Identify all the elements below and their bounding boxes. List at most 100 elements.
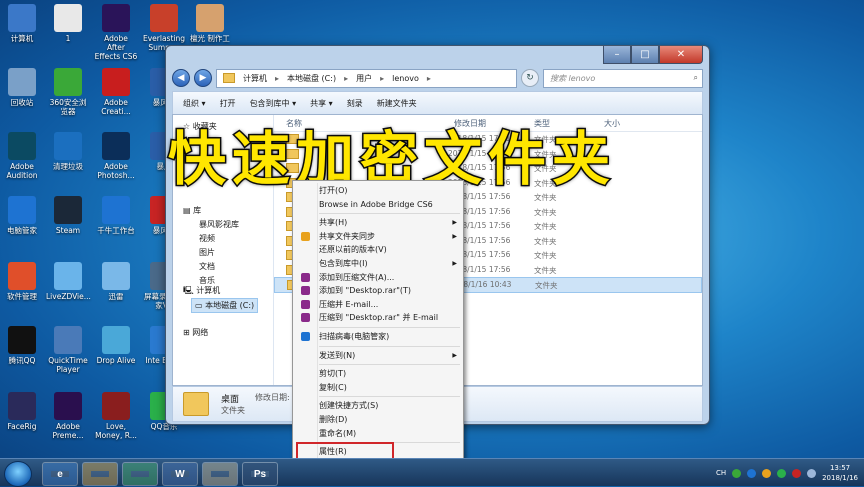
nav-drive-label: 本地磁盘 (C:) <box>205 301 255 310</box>
nav-library[interactable]: ▤ 库 <box>183 205 201 216</box>
nav-library-item[interactable]: 视频 <box>199 233 215 244</box>
submenu-arrow-icon: ▶ <box>452 232 457 240</box>
menu-separator <box>319 213 460 215</box>
menu-item[interactable]: 共享(H) ▶ <box>319 216 457 229</box>
desktop-icon[interactable]: Adobe Creati... <box>94 68 138 116</box>
photoshop-taskbar-button[interactable]: Ps <box>242 462 278 486</box>
forward-button[interactable]: ▶ <box>194 69 212 87</box>
desktop-icon[interactable]: 腾讯QQ <box>0 326 44 365</box>
desktop-icon[interactable]: Adobe Preme... <box>46 392 90 440</box>
window-controls: – □ ✕ <box>603 46 703 64</box>
menu-item[interactable]: 创建快捷方式(S) <box>319 399 457 412</box>
desktop-icon[interactable]: 回收站 <box>0 68 44 107</box>
desktop-icon[interactable]: 电脑管家 <box>0 196 44 235</box>
desktop-icon-label: FaceRig <box>7 422 37 431</box>
tray-volume-icon[interactable] <box>807 468 817 478</box>
toolbar-item[interactable]: 新建文件夹 <box>377 98 417 109</box>
ie-taskbar-button[interactable]: e <box>42 462 78 486</box>
nav-library-item[interactable]: 图片 <box>199 247 215 258</box>
tray-app-icon[interactable] <box>762 468 772 478</box>
breadcrumb-item[interactable]: 计算机 <box>243 73 267 84</box>
menu-item[interactable]: 重命名(M) <box>319 427 457 440</box>
language-indicator[interactable]: CH <box>716 469 726 477</box>
address-bar[interactable]: 计算机 ▸ 本地磁盘 (C:) ▸ 用户 ▸ lenovo ▸ <box>216 68 517 88</box>
tray-360-icon[interactable] <box>732 468 742 478</box>
toolbar-item[interactable]: 刻录 <box>347 98 363 109</box>
row-type: 文件夹 <box>534 222 557 231</box>
desktop-icon[interactable]: 清理垃圾 <box>46 132 90 171</box>
breadcrumb-item[interactable]: 本地磁盘 (C:) <box>287 73 336 84</box>
search-icon: ⌕ <box>693 73 698 82</box>
app-icon <box>54 196 82 224</box>
word-taskbar-button[interactable]: W <box>162 462 198 486</box>
menu-item[interactable]: Browse in Adobe Bridge CS6 <box>319 198 457 211</box>
breadcrumb-separator: ▸ <box>344 73 349 83</box>
toolbar-item[interactable]: 组织 ▾ <box>183 98 206 109</box>
toolbar-item[interactable]: 打开 <box>220 98 236 109</box>
desktop-icon[interactable]: Steam <box>46 196 90 235</box>
breadcrumb-item[interactable]: 用户 <box>356 73 372 84</box>
menu-item[interactable]: 复制(C) <box>319 381 457 394</box>
close-button[interactable]: ✕ <box>659 46 703 64</box>
desktop-icon[interactable]: Drop Alive <box>94 326 138 365</box>
search-input[interactable]: 搜索 lenovo ⌕ <box>543 68 703 88</box>
nav-computer[interactable]: 🖳 计算机 <box>183 285 220 299</box>
back-button[interactable]: ◀ <box>172 69 190 87</box>
minimize-button[interactable]: – <box>603 46 631 64</box>
nav-library-item[interactable]: 文档 <box>199 261 215 272</box>
explorer-taskbar-button[interactable] <box>202 462 238 486</box>
menu-item[interactable]: 删除(D) <box>319 413 457 426</box>
desktop-icon[interactable]: Love, Money, R... <box>94 392 138 440</box>
menu-item[interactable]: 发送到(N) ▶ <box>319 349 457 362</box>
menu-item[interactable]: 压缩并 E-mail... <box>301 298 457 311</box>
menu-item-label: 删除(D) <box>319 415 348 424</box>
chrome-taskbar-button[interactable] <box>82 462 118 486</box>
clock[interactable]: 13:57 2018/1/16 <box>822 463 858 483</box>
breadcrumb-item[interactable]: lenovo <box>392 74 419 83</box>
nav-network[interactable]: ⊞ 网络 <box>183 327 208 338</box>
tray-network-icon[interactable] <box>777 468 787 478</box>
app-icon <box>54 68 82 96</box>
nav-library-item[interactable]: 暴风影视库 <box>199 219 239 230</box>
tray-flag-icon[interactable] <box>792 468 802 478</box>
app-icon <box>8 262 36 290</box>
start-button[interactable] <box>4 461 32 487</box>
toolbar-item[interactable]: 包含到库中 ▾ <box>250 98 297 109</box>
menu-item[interactable]: 添加到压缩文件(A)... <box>301 271 457 284</box>
app-icon <box>8 132 36 160</box>
desktop-icon[interactable]: QuickTime Player <box>46 326 90 374</box>
desktop-icon[interactable]: LiveZDVie... <box>46 262 91 301</box>
toolbar-item[interactable]: 共享 ▾ <box>310 98 333 109</box>
nav-drive-c[interactable]: ▭ 本地磁盘 (C:) <box>191 298 259 313</box>
desktop-icon[interactable]: Adobe Photosh... <box>94 132 138 180</box>
desktop-icon[interactable]: Adobe Audition <box>0 132 44 180</box>
app-icon <box>54 262 82 290</box>
app-icon <box>102 392 130 420</box>
desktop-icon[interactable]: 软件管理 <box>0 262 44 301</box>
desktop-icon[interactable]: 檀光 制作工 <box>188 4 232 43</box>
menu-item[interactable]: 还原以前的版本(V) <box>319 243 457 256</box>
menu-item[interactable]: 共享文件夹同步 ▶ <box>301 230 457 243</box>
row-type: 文件夹 <box>534 251 557 260</box>
desktop-icon[interactable]: FaceRig <box>0 392 44 431</box>
menu-item[interactable]: 添加到 "Desktop.rar"(T) <box>301 284 457 297</box>
menu-item[interactable]: 打开(O) <box>319 184 457 197</box>
desktop-icon[interactable]: 360安全浏览器 <box>46 68 90 116</box>
menu-item[interactable]: 剪切(T) <box>319 367 457 380</box>
menu-item[interactable]: 扫描病毒(电脑管家) <box>301 330 457 343</box>
desktop-icon[interactable]: 计算机 <box>0 4 44 43</box>
menu-item[interactable]: 压缩到 "Desktop.rar" 并 E-mail <box>301 311 457 324</box>
desktop-icon[interactable]: 迅雷 <box>94 262 138 301</box>
menu-item[interactable]: 包含到库中(I) ▶ <box>319 257 457 270</box>
submenu-arrow-icon: ▶ <box>452 260 457 267</box>
app-icon <box>102 4 130 32</box>
tray-guard-icon[interactable] <box>747 468 757 478</box>
refresh-button[interactable]: ↻ <box>521 69 539 87</box>
desktop-icon[interactable]: 千牛工作台 <box>94 196 138 235</box>
app-icon <box>102 132 130 160</box>
desktop-icon[interactable]: 1 <box>46 4 90 43</box>
media-taskbar-button[interactable] <box>122 462 158 486</box>
maximize-button[interactable]: □ <box>631 46 659 64</box>
clock-date: 2018/1/16 <box>822 474 858 482</box>
desktop-icon[interactable]: Adobe After Effects CS6 <box>94 4 138 61</box>
